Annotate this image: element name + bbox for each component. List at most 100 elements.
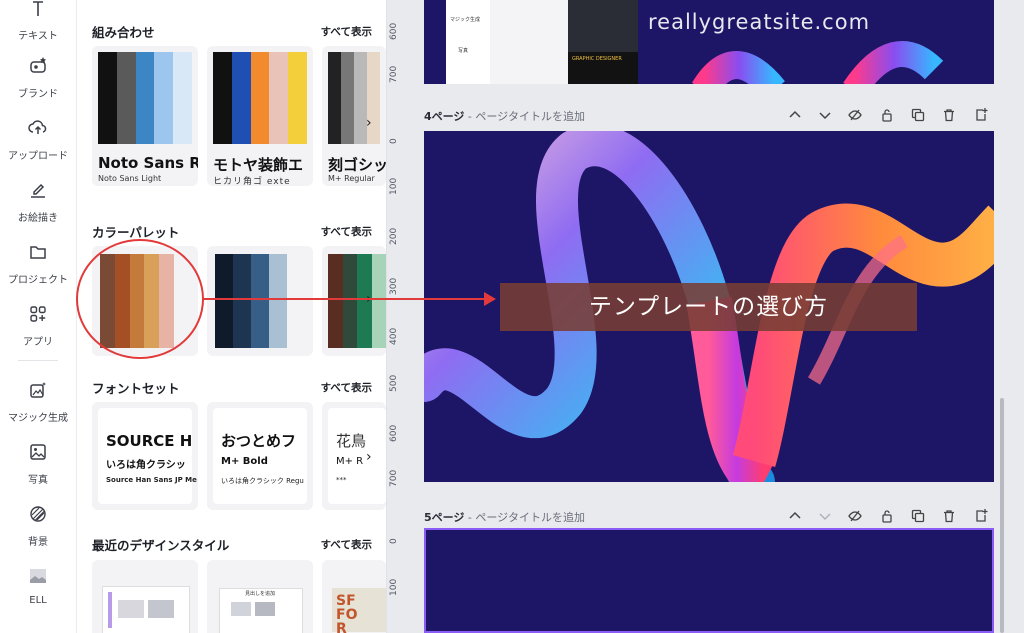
apps-icon: [30, 306, 46, 322]
background-icon: [30, 506, 46, 522]
fontset-small: いろは角クラシック Regu: [221, 477, 304, 485]
folder-icon: [30, 246, 46, 259]
font-sample-sub: Noto Sans Light: [98, 174, 162, 183]
upload-icon: [28, 120, 47, 134]
recent-style-card[interactable]: [92, 560, 198, 633]
fontset-card[interactable]: SOURCE H いろは角クラシッ Source Han Sans JP Me: [92, 402, 198, 510]
rail-item-label: ブランド: [18, 89, 58, 100]
page-title-input[interactable]: ページタイトルを追加: [475, 511, 585, 524]
combo-card[interactable]: Noto Sans Re Noto Sans Light: [92, 46, 198, 186]
rail-item-apps[interactable]: アプリ: [0, 304, 76, 348]
trash-icon[interactable]: [942, 108, 956, 122]
page-4-toolbar: 4ページ - ページタイトルを追加: [424, 108, 994, 128]
color-stripes: [98, 52, 192, 144]
ruler-tick: 0: [389, 538, 399, 544]
rail-item-upload[interactable]: アップロード: [0, 118, 76, 162]
ruler-tick: 600: [389, 424, 399, 442]
page-number: 4ページ: [424, 110, 465, 123]
chevron-down-icon[interactable]: [818, 509, 832, 523]
draw-icon: [31, 183, 45, 198]
recent-style-card[interactable]: SF FOR: [322, 560, 386, 633]
magic-icon: [30, 382, 46, 398]
see-all-combos-link[interactable]: すべて表示: [321, 24, 372, 39]
page3-watermark: reallygreatsite.com: [648, 10, 871, 34]
rail-item-label: 写真: [28, 475, 48, 486]
rail-item-label: アップロード: [8, 151, 68, 162]
page-title-input[interactable]: ページタイトルを追加: [475, 110, 585, 123]
rail-item-label: ELL: [29, 595, 47, 606]
ruler-tick: 700: [389, 469, 399, 487]
text-icon: [33, 1, 43, 16]
highlight-ellipse: [76, 239, 204, 359]
rail-item-projects[interactable]: プロジェクト: [0, 242, 76, 286]
page3-ribbon: [691, 41, 944, 84]
overlay-banner: テンプレートの選び方: [500, 283, 917, 331]
rail-item-background[interactable]: 背景: [0, 504, 76, 548]
page-number: 5ページ: [424, 511, 465, 524]
section-title-recent: 最近のデザインスタイル: [92, 538, 230, 553]
rail-item-label: お絵描き: [18, 213, 58, 224]
rail-item-photos[interactable]: 写真: [0, 442, 76, 486]
rail-item-label: マジック生成: [8, 413, 68, 424]
rail-item-magic[interactable]: マジック生成: [0, 380, 76, 424]
chevron-right-icon[interactable]: ›: [366, 450, 380, 464]
rail-item-ell[interactable]: ELL: [0, 566, 76, 606]
rail-item-brand[interactable]: ブランド: [0, 56, 76, 100]
section-title-fontsets: フォントセット: [92, 381, 180, 396]
ruler-tick: 0: [389, 138, 399, 144]
ruler-tick: 400: [389, 327, 399, 345]
duplicate-icon[interactable]: [911, 509, 925, 523]
color-stripes: [328, 52, 380, 144]
add-page-icon[interactable]: [974, 509, 988, 523]
add-page-icon[interactable]: [974, 108, 988, 122]
lock-icon[interactable]: [880, 108, 894, 122]
page3-sidebar-label: マジック生成: [450, 17, 481, 23]
combo-card[interactable]: モトヤ装飾エ ヒカリ角ゴ exte: [207, 46, 313, 186]
palette-card[interactable]: [207, 246, 313, 356]
rail-item-text[interactable]: テキスト: [0, 0, 76, 42]
page-5-canvas[interactable]: [424, 528, 994, 633]
font-sample-title: 刻ゴシッ: [328, 156, 386, 174]
page3-sidebar: [446, 0, 490, 84]
fontset-small: ***: [336, 476, 347, 484]
rail-item-label: テキスト: [18, 31, 58, 42]
fontset-card[interactable]: おつとめフ M+ Bold いろは角クラシック Regu: [207, 402, 313, 510]
recent-card-label: SF FOR: [336, 593, 358, 633]
fontset-small: Source Han Sans JP Me: [106, 476, 197, 484]
see-all-fontsets-link[interactable]: すべて表示: [321, 380, 372, 395]
brand-icon: [30, 57, 46, 73]
duplicate-icon[interactable]: [911, 108, 925, 122]
chevron-up-icon[interactable]: [788, 509, 802, 523]
page-3-canvas[interactable]: マジック生成 写真 GRAPHIC DESIGNER reallygreatsi…: [424, 0, 994, 84]
ruler-tick: 500: [389, 374, 399, 392]
canvas-scrollbar[interactable]: [1000, 398, 1004, 633]
rail-item-label: 背景: [28, 537, 48, 548]
page3-template-grid: [490, 0, 568, 84]
page-5-toolbar: 5ページ - ページタイトルを追加: [424, 509, 994, 529]
fontset-mid: M+ R: [336, 456, 364, 467]
ruler-tick: 100: [389, 578, 399, 596]
font-sample-title: モトヤ装飾エ: [213, 156, 304, 174]
hide-page-icon[interactable]: [848, 509, 862, 523]
rail-item-draw[interactable]: お絵描き: [0, 180, 76, 224]
see-all-palettes-link[interactable]: すべて表示: [321, 224, 372, 239]
see-all-recent-link[interactable]: すべて表示: [321, 537, 372, 552]
section-title-combos: 組み合わせ: [92, 25, 155, 40]
fontset-mid: いろは角クラシッ: [106, 460, 186, 471]
rail-item-label: アプリ: [23, 337, 53, 348]
trash-icon[interactable]: [942, 509, 956, 523]
ruler-tick: 600: [389, 22, 399, 40]
chevron-down-icon[interactable]: [818, 108, 832, 122]
color-stripes: [213, 52, 307, 144]
ruler-tick: 200: [389, 227, 399, 245]
lock-icon[interactable]: [880, 509, 894, 523]
rail-divider: [18, 360, 58, 361]
fontset-mid: M+ Bold: [221, 456, 268, 467]
recent-style-card[interactable]: 見出しを追加: [207, 560, 313, 633]
photo-icon: [30, 444, 46, 460]
hide-page-icon[interactable]: [848, 108, 862, 122]
annotation-arrow: [203, 298, 490, 300]
chevron-up-icon[interactable]: [788, 108, 802, 122]
chevron-right-icon[interactable]: ›: [366, 116, 380, 130]
page3-sidebar-label: 写真: [458, 48, 469, 54]
